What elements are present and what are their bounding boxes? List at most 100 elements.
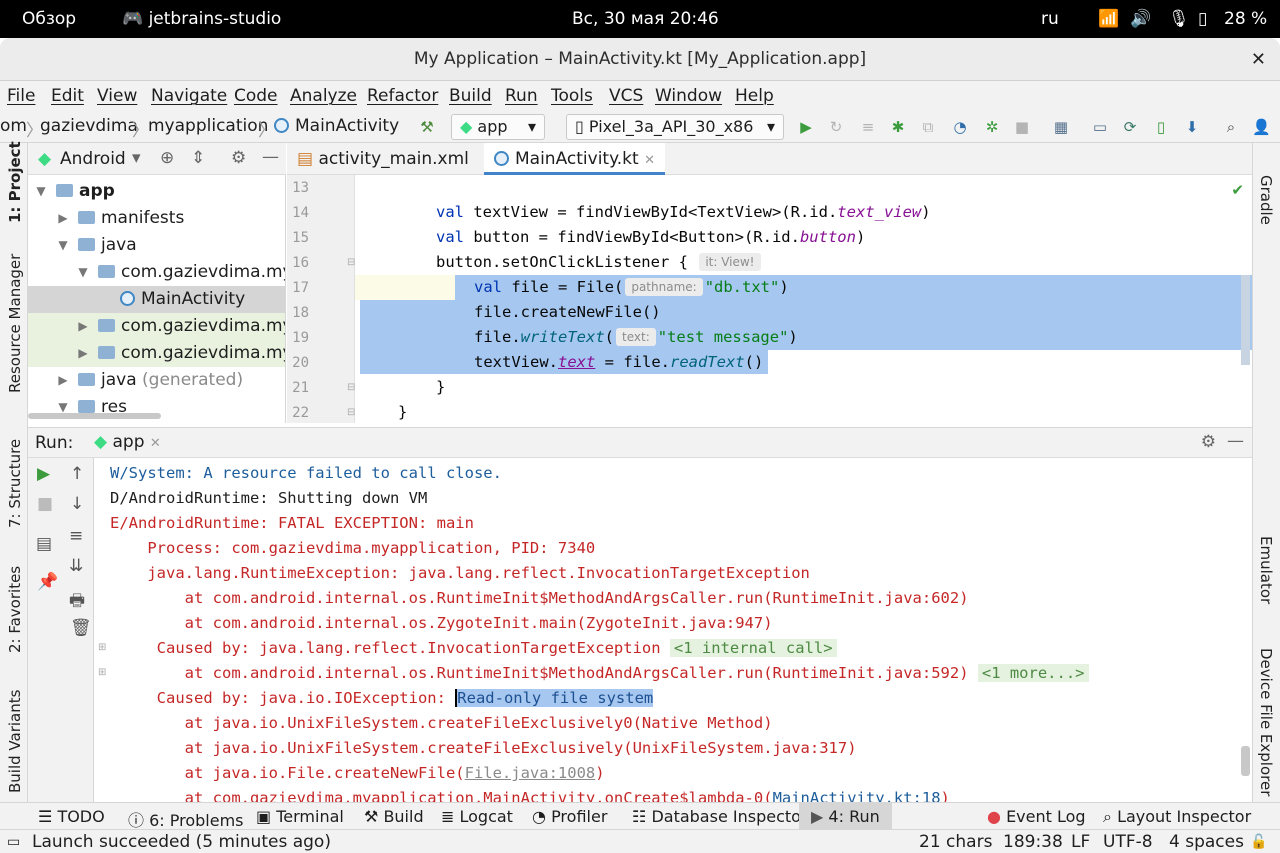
tab-database-inspector[interactable]: ☷ Database Inspector — [632, 807, 808, 826]
soft-wrap-icon[interactable]: ≡ — [69, 526, 83, 546]
chevron-right-icon[interactable]: ▶ — [56, 367, 70, 394]
folded-frames[interactable]: <1 internal call> — [669, 639, 837, 657]
menu-navigate[interactable]: Navigate — [151, 86, 227, 106]
apply-code-changes-icon[interactable]: ≡ — [859, 118, 877, 136]
keyboard-layout[interactable]: ru — [1041, 9, 1059, 29]
up-arrow-icon[interactable]: ↑ — [70, 464, 84, 484]
status-message[interactable]: Launch succeeded (5 minutes ago) — [32, 832, 331, 852]
tab-run[interactable]: ▶ 4: Run — [799, 803, 892, 829]
scroll-to-end-icon[interactable]: ⇊ — [69, 556, 83, 576]
source-link[interactable]: File.java:1008 — [465, 764, 596, 782]
rerun-icon[interactable]: ▶ — [37, 464, 50, 484]
menu-build[interactable]: Build — [449, 86, 492, 106]
tool-tab-device-file-explorer[interactable]: Device File Explorer — [1257, 648, 1275, 796]
tab-logcat[interactable]: ≣ Logcat — [441, 807, 513, 826]
menu-file[interactable]: File — [7, 86, 35, 106]
tool-tab-resource-manager[interactable]: Resource Manager — [6, 254, 24, 393]
tree-item-java-generated[interactable]: ▶ java (generated) — [28, 367, 285, 394]
run-tab-app[interactable]: ◆ app ✕ — [94, 432, 161, 452]
attach-debugger-icon[interactable]: ⧉ — [919, 118, 937, 136]
tab-event-log[interactable]: ● Event Log — [987, 807, 1086, 826]
vertical-scrollbar[interactable] — [1241, 275, 1250, 365]
debug-icon[interactable]: ✱ — [889, 118, 907, 136]
project-view-select[interactable]: Android — [60, 149, 126, 169]
menu-code[interactable]: Code — [234, 86, 278, 106]
pin-icon[interactable]: 📌 — [37, 572, 58, 592]
profile-icon[interactable]: ◔ — [951, 118, 969, 136]
tool-tab-emulator[interactable]: Emulator — [1257, 536, 1275, 604]
code-editor[interactable]: ✔ val textView = findViewById<TextView>(… — [355, 175, 1252, 423]
close-tab-icon[interactable]: ✕ — [644, 153, 655, 168]
minimize-icon[interactable]: — — [1227, 431, 1244, 451]
menu-refactor[interactable]: Refactor — [367, 86, 438, 106]
close-tab-icon[interactable]: ✕ — [150, 436, 161, 451]
wifi-icon[interactable]: 📶 — [1098, 9, 1119, 29]
tree-item-manifests[interactable]: ▶ manifests — [28, 205, 285, 232]
menu-edit[interactable]: Edit — [51, 86, 84, 106]
avd-manager-icon[interactable]: ▭ — [1091, 118, 1109, 136]
tab-layout-inspector[interactable]: ⌕ Layout Inspector — [1103, 807, 1251, 827]
chevron-right-icon[interactable]: ▶ — [76, 313, 90, 340]
tab-mainactivity-kt[interactable]: MainActivity.kt ✕ — [484, 143, 665, 175]
menu-view[interactable]: View — [97, 86, 137, 106]
fold-icon[interactable]: ⊞ — [98, 667, 106, 678]
run-console[interactable]: W/System: A resource failed to call clos… — [95, 458, 1252, 802]
project-structure-icon[interactable]: ▦ — [1052, 118, 1070, 136]
clock[interactable]: Вс, 30 мая 20:46 — [572, 9, 719, 29]
tree-item-package-androidtest[interactable]: ▶ com.gazievdima.mya — [28, 340, 285, 367]
breadcrumb-item[interactable]: myapplication — [148, 116, 268, 136]
tree-item-package[interactable]: ▼ com.gazievdima.mya — [28, 259, 285, 286]
tool-tab-build-variants[interactable]: Build Variants — [6, 690, 24, 793]
tree-item-java[interactable]: ▼ java — [28, 232, 285, 259]
down-arrow-icon[interactable]: ↓ — [70, 494, 84, 514]
activities-button[interactable]: Обзор — [22, 9, 76, 29]
menu-tools[interactable]: Tools — [551, 86, 593, 106]
menu-window[interactable]: Window — [655, 86, 722, 106]
indent-setting[interactable]: 4 spaces — [1169, 832, 1244, 852]
tab-terminal[interactable]: ▣ Terminal — [256, 807, 344, 826]
chevron-down-icon[interactable]: ▾ — [132, 148, 141, 168]
device-select[interactable]: ▯ Pixel_3a_API_30_x86 ▾ — [566, 114, 784, 140]
tab-build[interactable]: ⚒ Build — [364, 807, 424, 826]
debug-attach-icon[interactable]: ✲ — [983, 118, 1001, 136]
breadcrumb-item-file[interactable]: MainActivity — [274, 116, 399, 136]
tree-item-mainactivity[interactable]: MainActivity — [28, 286, 285, 313]
horizontal-scrollbar[interactable] — [28, 413, 161, 419]
battery-icon[interactable]: ▯ — [1198, 9, 1207, 29]
vertical-scrollbar[interactable] — [1241, 746, 1250, 776]
menu-run[interactable]: Run — [505, 86, 538, 106]
breadcrumb-item[interactable]: om — [0, 116, 27, 136]
tool-tab-gradle[interactable]: Gradle — [1257, 175, 1275, 225]
trash-icon[interactable]: 🗑 — [70, 618, 92, 638]
chevron-down-icon[interactable]: ▼ — [76, 259, 90, 286]
make-project-icon[interactable]: ⚒ — [418, 118, 436, 136]
layout-icon[interactable]: ▤ — [36, 534, 52, 554]
breadcrumb-item[interactable]: gazievdima — [40, 116, 138, 136]
chevron-right-icon[interactable]: ▶ — [76, 340, 90, 367]
status-toggle-icon[interactable]: ▭ — [7, 834, 20, 850]
run-config-select[interactable]: ◆ app ▾ — [451, 114, 545, 140]
menu-analyze[interactable]: Analyze — [290, 86, 357, 106]
chevron-down-icon[interactable]: ▼ — [56, 232, 70, 259]
apply-changes-icon[interactable]: ↻ — [827, 118, 845, 136]
sdk-manager-icon[interactable]: ⬇ — [1183, 118, 1201, 136]
tab-problems[interactable]: ⓘ 6: Problems — [128, 807, 244, 831]
tab-todo[interactable]: ☰ TODO — [38, 807, 105, 826]
gear-icon[interactable]: ⚙ — [1201, 432, 1216, 452]
volume-icon[interactable]: 🔊 — [1130, 9, 1151, 29]
source-link[interactable]: MainActivity.kt:18 — [773, 789, 941, 802]
gear-icon[interactable]: ⚙ — [231, 148, 246, 168]
folded-frames[interactable]: <1 more...> — [977, 664, 1089, 682]
chevron-down-icon[interactable]: ▼ — [34, 178, 48, 205]
collapse-icon[interactable]: ⇕ — [191, 148, 205, 168]
tool-tab-favorites[interactable]: 2: Favorites — [6, 566, 24, 653]
print-icon[interactable]: 🖶 — [69, 588, 85, 617]
avatar-icon[interactable]: 👤 — [1252, 118, 1271, 136]
tree-item-package-test[interactable]: ▶ com.gazievdima.mya — [28, 313, 285, 340]
device-manager-icon[interactable]: ▯ — [1152, 118, 1170, 136]
menu-vcs[interactable]: VCS — [609, 86, 643, 106]
chevron-right-icon[interactable]: ▶ — [56, 205, 70, 232]
app-menu[interactable]: 🎮 jetbrains-studio — [122, 9, 281, 29]
caret-position[interactable]: 189:38 — [1003, 832, 1063, 852]
fold-icon[interactable]: ⊞ — [98, 642, 106, 653]
